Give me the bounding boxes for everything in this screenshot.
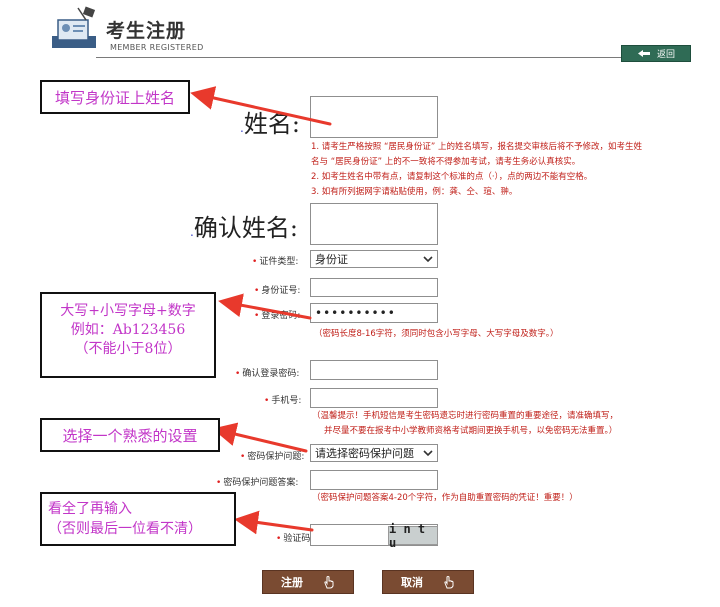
captcha-image[interactable]: i n t u <box>388 522 438 550</box>
callout-captcha: 看全了再输入 （否则最后一位看不清） <box>40 492 236 546</box>
arrow-to-security-question <box>212 422 308 453</box>
security-answer-input[interactable] <box>310 470 438 490</box>
captcha-label: 验证码 <box>276 531 310 544</box>
chevron-down-icon <box>423 255 433 262</box>
back-button[interactable]: 返回 <box>621 45 691 62</box>
callout-password-line: （不能小于8位） <box>74 341 182 357</box>
phone-hint-line: 并尽量不要在报考中小学教师资格考试期间更换手机号，以免密码无法重置。） <box>324 426 618 436</box>
name-hint-line: 1. 请考生严格按照 “居民身份证” 上的姓名填写，报名提交审核后将不予修改，如… <box>311 142 643 152</box>
back-button-label: 返回 <box>656 50 675 60</box>
submit-button-label: 注册 <box>281 576 303 589</box>
callout-password: 大写+小写字母+数字 例如：Ab123456 （不能小于8位） <box>40 292 216 378</box>
confirm-name-label: .确认姓名: <box>190 214 298 242</box>
phone-hint-line: （温馨提示！手机短信是考生密码遗忘时进行密码重置的重要途径，请准确填写， <box>312 411 619 421</box>
callout-password-line: 大写+小写字母+数字 <box>60 303 196 319</box>
id-card-logo-icon <box>52 6 96 48</box>
name-hint-line: 名与 “居民身份证” 上的不一致将不得参加考试，请考生务必认真核实。 <box>311 157 581 167</box>
password-input[interactable]: •••••••••• <box>310 303 438 323</box>
id-number-input[interactable] <box>310 278 438 297</box>
submit-button[interactable]: 注册 <box>262 570 354 594</box>
confirm-name-input[interactable] <box>310 203 438 245</box>
arrow-to-captcha <box>234 510 314 535</box>
header-divider <box>96 57 690 58</box>
security-question-select[interactable]: 请选择密码保护问题 <box>310 444 438 462</box>
cancel-button[interactable]: 取消 <box>382 570 474 594</box>
callout-password-line: 例如：Ab123456 <box>70 322 186 338</box>
security-answer-hint: （密码保护问题答案4-20个字符，作为自助重置密码的凭证！重要！） <box>312 493 578 503</box>
security-answer-label: 密码保护问题答案: <box>216 475 298 488</box>
name-hint-line: 3. 如有所列据网字请粘贴使用，例：龚、仝、瑄、翀。 <box>311 187 518 197</box>
name-hints: 1. 请考生严格按照 “居民身份证” 上的姓名填写，报名提交审核后将不予修改，如… <box>311 140 642 200</box>
cancel-button-label: 取消 <box>401 576 423 589</box>
phone-hints: （温馨提示！手机短信是考生密码遗忘时进行密码重置的重要途径，请准确填写， 并尽量… <box>312 409 618 439</box>
id-type-select[interactable]: 身份证 <box>310 250 438 268</box>
confirm-password-input[interactable] <box>310 360 438 380</box>
security-question-label: 密码保护问题: <box>240 449 304 462</box>
id-type-value: 身份证 <box>315 253 348 266</box>
id-type-label: 证件类型: <box>252 254 298 267</box>
callout-captcha-line: （否则最后一位看不清） <box>48 521 202 537</box>
back-arrow-icon <box>637 50 650 57</box>
callout-security-question: 选择一个熟悉的设置 <box>40 418 220 452</box>
page-subtitle: MEMBER REGISTERED <box>110 43 204 52</box>
password-hint: （密码长度8-16字符，须同时包含小写字母、大写字母及数字。） <box>314 329 559 339</box>
page-title: 考生注册 <box>106 20 187 42</box>
security-question-value: 请选择密码保护问题 <box>315 447 414 460</box>
name-input[interactable] <box>310 96 438 138</box>
id-number-label: 身份证号: <box>254 283 300 296</box>
password-label: 登录密码: <box>254 308 300 321</box>
name-label: .姓名: <box>240 110 300 138</box>
name-hint-line: 2. 如考生姓名中带有点，请复制这个标准的点（·），点的两边不能有空格。 <box>311 172 593 182</box>
phone-label: 手机号: <box>264 393 301 406</box>
hand-pointer-icon <box>444 576 454 589</box>
chevron-down-icon <box>423 449 433 456</box>
hand-pointer-icon <box>324 576 334 589</box>
callout-captcha-line: 看全了再输入 <box>48 501 132 517</box>
callout-name: 填写身份证上姓名 <box>40 80 190 114</box>
phone-input[interactable] <box>310 388 438 408</box>
confirm-password-label: 确认登录密码: <box>235 366 299 379</box>
